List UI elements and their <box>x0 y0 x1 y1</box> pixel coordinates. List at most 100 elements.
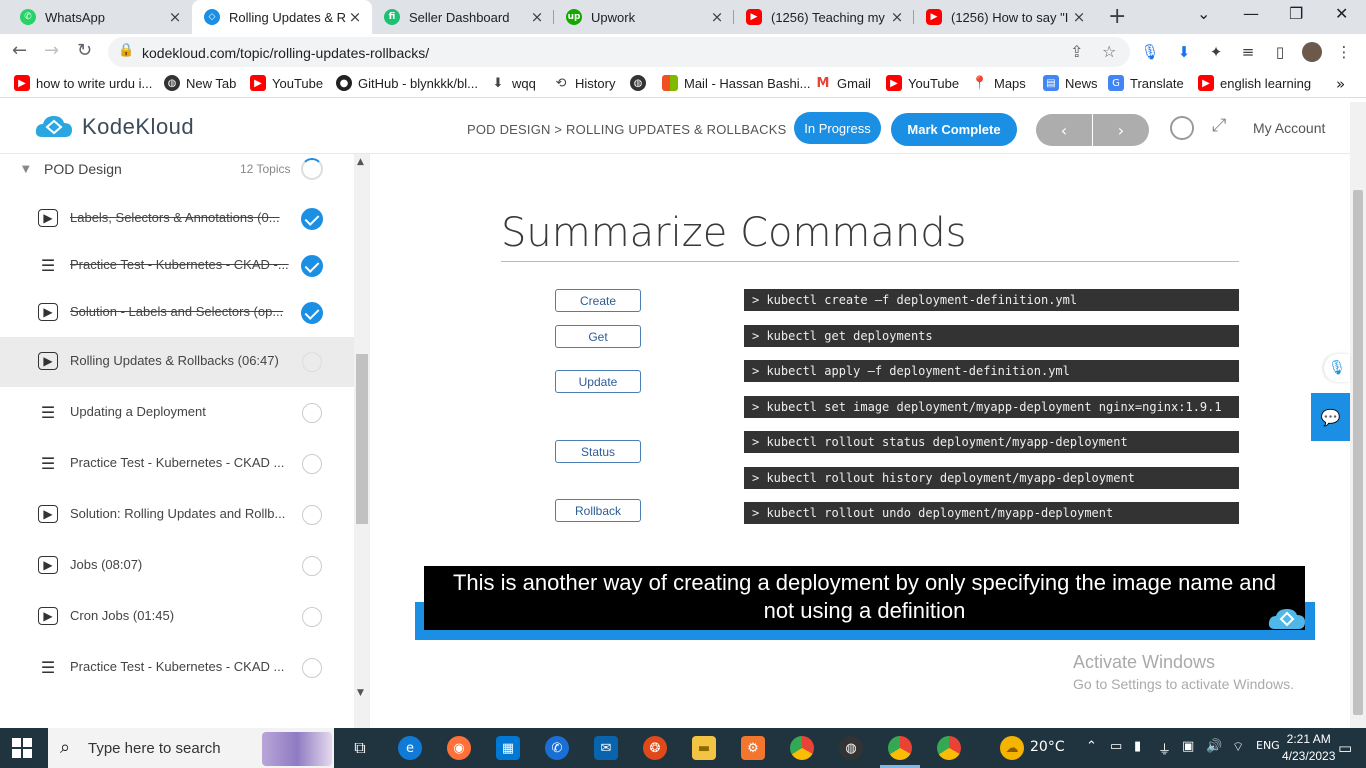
bookmark-item[interactable]: ◍ <box>630 75 652 91</box>
kodekloud-logo[interactable]: KodeKloud <box>34 113 194 141</box>
bookmark-item[interactable]: ● GitHub - blynkkk/bl... <box>336 75 478 91</box>
microphone-icon[interactable]: 🎙 <box>1324 354 1350 382</box>
reading-list-icon[interactable]: ≡ <box>1238 42 1258 62</box>
lesson-item[interactable]: ☰ Practice Test - Kubernetes - CKAD ... <box>0 643 354 693</box>
reload-icon[interactable]: ↻ <box>77 40 92 61</box>
firefox-icon[interactable]: ◉ <box>447 736 471 760</box>
tab-upwork[interactable]: up Upwork × <box>554 0 734 34</box>
weather-temp[interactable]: 20°C <box>1030 739 1065 755</box>
expand-icon[interactable]: ⤢ <box>1212 115 1226 136</box>
close-tab-icon[interactable]: × <box>888 8 906 26</box>
mark-complete-button[interactable]: Mark Complete <box>891 113 1017 146</box>
incomplete-circle-icon[interactable] <box>302 658 322 678</box>
notification-icon[interactable]: ▭ <box>1338 739 1352 757</box>
edge-icon[interactable]: e <box>398 736 422 760</box>
close-window-icon[interactable]: ✕ <box>1335 4 1348 23</box>
bookmark-item[interactable]: ◍ New Tab <box>164 75 236 91</box>
scroll-up-icon[interactable]: ▲ <box>357 157 364 167</box>
chevron-up-icon[interactable]: ⌃ <box>1086 739 1097 754</box>
bookmark-item[interactable]: ⟲ History <box>553 75 615 91</box>
back-icon[interactable]: ← <box>12 40 27 61</box>
my-account-link[interactable]: My Account <box>1253 120 1325 136</box>
chrome-menu-icon[interactable]: ⋮ <box>1334 42 1354 62</box>
lesson-item[interactable]: ▶ Jobs (08:07) <box>0 541 354 591</box>
address-bar[interactable]: 🔒 kodekloud.com/topic/rolling-updates-ro… <box>108 37 1130 67</box>
tab-whatsapp[interactable]: ✆ WhatsApp × <box>8 0 192 34</box>
new-tab-icon[interactable]: + <box>1108 4 1126 29</box>
store-icon[interactable]: ▦ <box>496 736 520 760</box>
wifi-icon[interactable]: ⌔ <box>1232 739 1244 755</box>
obs-icon[interactable]: ◍ <box>839 736 863 760</box>
bookmark-item[interactable]: ▶ english learning <box>1198 75 1311 91</box>
dark-mode-icon[interactable] <box>1170 116 1194 140</box>
bookmark-item[interactable]: ▶ YouTube <box>886 75 959 91</box>
url-text[interactable]: kodekloud.com/topic/rolling-updates-roll… <box>142 45 429 61</box>
video-player[interactable]: Summarize Commands Create Get Update Sta… <box>370 154 1350 728</box>
in-progress-button[interactable]: In Progress <box>794 112 881 144</box>
tab-youtube-teaching[interactable]: ▶ (1256) Teaching my W × <box>734 0 914 34</box>
minimize-icon[interactable]: — <box>1243 4 1259 23</box>
chrome-icon[interactable] <box>790 736 814 760</box>
bookmark-star-icon[interactable]: ☆ <box>1102 42 1116 61</box>
weather-icon[interactable]: ☁ <box>1000 736 1024 760</box>
chrome-icon[interactable] <box>888 736 912 760</box>
checkmark-icon[interactable] <box>301 302 323 324</box>
bookmark-item[interactable]: M Gmail <box>815 75 871 91</box>
lesson-item[interactable]: ▶ Cron Jobs (01:45) <box>0 592 354 642</box>
profile-avatar-icon[interactable] <box>1302 42 1322 62</box>
bookmark-item[interactable]: 📍 Maps <box>972 75 1026 91</box>
app-icon[interactable]: ❂ <box>643 736 667 760</box>
file-explorer-icon[interactable]: ▬ <box>692 736 716 760</box>
incomplete-circle-icon[interactable] <box>302 454 322 474</box>
side-panel-icon[interactable]: ▯ <box>1270 42 1290 62</box>
usb-icon[interactable]: ⏚ <box>1158 739 1171 758</box>
display-icon[interactable]: ▣ <box>1182 739 1194 754</box>
tab-kodekloud[interactable]: ◇ Rolling Updates & Roll × <box>192 0 372 34</box>
settings-app-icon[interactable]: ⚙ <box>741 736 765 760</box>
section-header[interactable]: ▼ POD Design 12 Topics <box>0 154 354 184</box>
bookmark-item[interactable]: G Translate <box>1108 75 1184 91</box>
windows-start-icon[interactable] <box>12 738 32 758</box>
close-tab-icon[interactable]: × <box>528 8 546 26</box>
tab-youtube-how-to-say[interactable]: ▶ (1256) How to say "I d × <box>914 0 1096 34</box>
sidebar-scroll-thumb[interactable] <box>356 354 368 524</box>
bookmarks-overflow-icon[interactable]: » <box>1336 75 1345 93</box>
bookmark-item[interactable]: ▶ how to write urdu i... <box>14 75 152 91</box>
lesson-item[interactable]: ▶ Solution - Labels and Selectors (op... <box>0 288 354 338</box>
lock-icon[interactable]: 🔒 <box>118 43 134 58</box>
share-icon[interactable]: ⇪ <box>1070 42 1083 61</box>
extensions-puzzle-icon[interactable]: ✦ <box>1206 42 1226 62</box>
system-clock[interactable]: 2:21 AM 4/23/2023 <box>1282 731 1335 765</box>
sidebar-scrollbar[interactable]: ▲ ▼ <box>354 154 369 728</box>
incomplete-circle-icon[interactable] <box>302 505 322 525</box>
incomplete-circle-icon[interactable] <box>302 607 322 627</box>
language-icon[interactable]: ENG <box>1256 739 1280 752</box>
previous-lesson-button[interactable]: ‹ <box>1036 114 1092 146</box>
page-scrollbar[interactable] <box>1350 102 1366 728</box>
tab-search-icon[interactable]: ⌄ <box>1197 4 1210 23</box>
lesson-item[interactable]: ▶ Labels, Selectors & Annotations (0... <box>0 194 354 244</box>
incomplete-circle-icon[interactable] <box>302 556 322 576</box>
checkmark-icon[interactable] <box>301 208 323 230</box>
chrome-profile-icon[interactable] <box>937 736 961 760</box>
bookmark-item[interactable]: ⬇ wqq <box>490 75 536 91</box>
incomplete-circle-icon[interactable] <box>302 403 322 423</box>
close-tab-icon[interactable]: × <box>166 8 184 26</box>
teams-icon[interactable]: ✆ <box>545 736 569 760</box>
scroll-down-icon[interactable]: ▼ <box>357 688 364 698</box>
network-icon[interactable]: ▭ <box>1110 739 1122 754</box>
lesson-item-current[interactable]: ▶ Rolling Updates & Rollbacks (06:47) <box>0 337 354 387</box>
forward-icon[interactable]: → <box>44 40 59 61</box>
bookmark-item[interactable]: Mail - Hassan Bashi... <box>662 75 810 91</box>
close-tab-icon[interactable]: × <box>708 8 726 26</box>
battery-icon[interactable]: ▮ <box>1134 739 1141 754</box>
microphone-extension-icon[interactable]: 🎙 <box>1140 42 1160 62</box>
bookmark-item[interactable]: ▤ News <box>1043 75 1098 91</box>
bookmark-item[interactable]: ▶ YouTube <box>250 75 323 91</box>
task-view-icon[interactable]: ⧉ <box>348 736 372 760</box>
checkmark-icon[interactable] <box>301 255 323 277</box>
next-lesson-button[interactable]: › <box>1093 114 1149 146</box>
download-extension-icon[interactable]: ⬇ <box>1174 42 1194 62</box>
mail-icon[interactable]: ✉ <box>594 736 618 760</box>
incomplete-circle-icon[interactable] <box>302 352 322 372</box>
